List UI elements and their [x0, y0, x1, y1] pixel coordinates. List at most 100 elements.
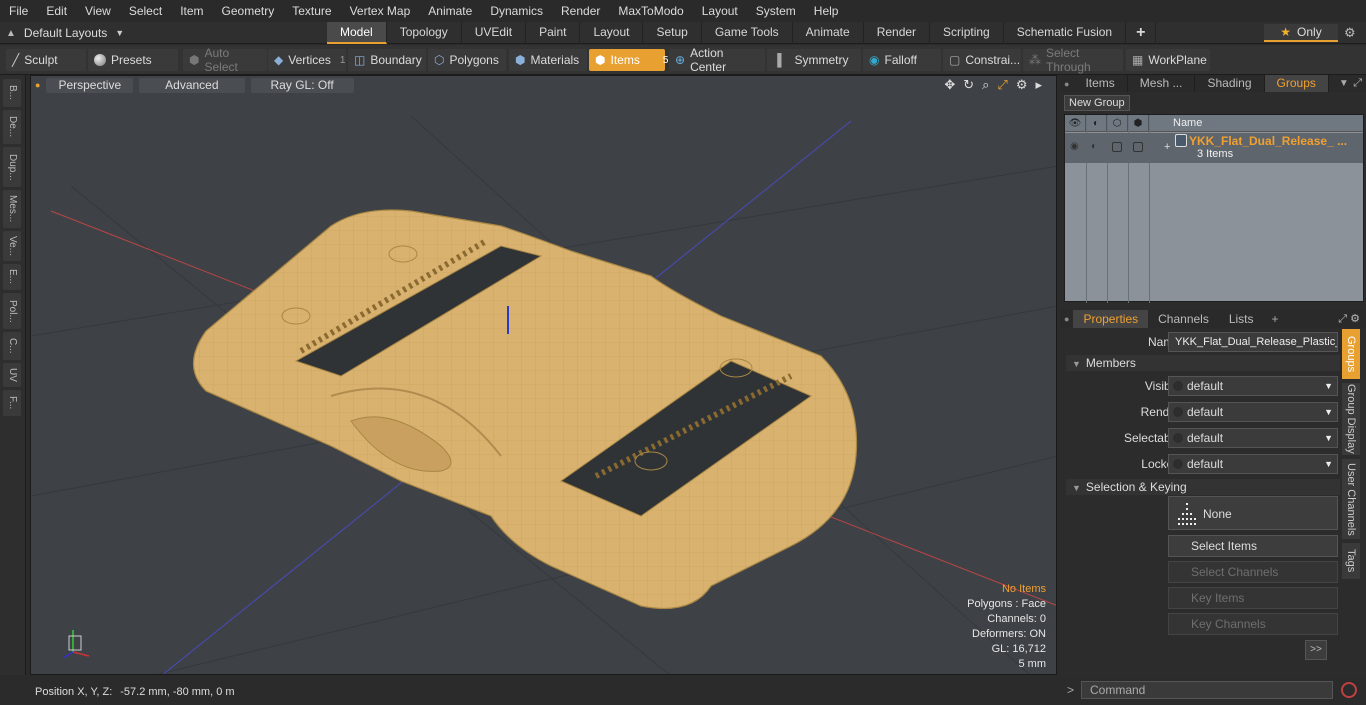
menu-item-texture[interactable]: Texture — [283, 0, 340, 22]
render-icon[interactable]: ◐ — [1091, 141, 1097, 152]
name-field[interactable]: YKK_Flat_Dual_Release_Plastic_B — [1168, 332, 1338, 352]
tab-topology[interactable]: Topology — [387, 22, 462, 44]
left-tab-1[interactable]: De... — [3, 110, 21, 144]
panel-options-icon[interactable]: ⤢ ⚙ — [1338, 312, 1360, 326]
symmetry-button[interactable]: ▐ Symmetry — [767, 49, 861, 71]
falloff-button[interactable]: ◉ Falloff — [863, 49, 941, 71]
select-channels-button[interactable]: Select Channels — [1168, 561, 1338, 583]
play-icon[interactable]: ▸ — [1035, 77, 1042, 93]
materials-button[interactable]: ⬢ Materials — [509, 49, 587, 71]
menu-item-system[interactable]: System — [747, 0, 805, 22]
eye-icon[interactable]: ◉ — [1070, 141, 1079, 152]
left-tab-4[interactable]: Ve... — [3, 231, 21, 261]
key-channels-button[interactable]: Key Channels — [1168, 613, 1338, 635]
shading-button[interactable]: Advanced — [139, 77, 245, 93]
group-row[interactable]: ◉ ◐ + YKK_Flat_Dual_Release_ ... 3 Items — [1065, 133, 1363, 163]
left-tab-0[interactable]: B... — [3, 79, 21, 107]
side-tab-groups[interactable]: Groups — [1342, 329, 1360, 379]
tab-layout[interactable]: Layout — [580, 22, 644, 44]
menu-item-dynamics[interactable]: Dynamics — [481, 0, 552, 22]
rotate-icon[interactable]: ↻ — [963, 77, 974, 93]
command-input[interactable]: Command — [1081, 681, 1333, 699]
tab-items[interactable]: Items — [1073, 75, 1128, 92]
side-tab-tags[interactable]: Tags — [1342, 543, 1360, 579]
tab-render[interactable]: Render — [864, 22, 931, 44]
add-tab-icon[interactable]: + — [1126, 22, 1157, 44]
left-tab-9[interactable]: F... — [3, 390, 21, 416]
render-select[interactable]: default ▼ — [1168, 402, 1338, 422]
action-center-button[interactable]: ⊕ Action Center — [669, 46, 765, 74]
tab-uvedit[interactable]: UVEdit — [462, 22, 527, 44]
menu-item-vertex-map[interactable]: Vertex Map — [341, 0, 420, 22]
collapse-icon[interactable]: ▲ — [6, 28, 16, 39]
move-icon[interactable]: ✥ — [944, 77, 955, 93]
members-section[interactable]: ▼ Members — [1066, 355, 1340, 371]
panel-menu-icon[interactable]: ● — [1060, 314, 1073, 324]
selectable-checkbox[interactable] — [1112, 142, 1122, 152]
tab-paint[interactable]: Paint — [526, 22, 581, 44]
expand-icon[interactable]: + — [1164, 141, 1170, 153]
side-tab-user-channels[interactable]: User Channels — [1342, 459, 1360, 539]
none-button[interactable]: None — [1168, 496, 1338, 530]
sculpt-button[interactable]: ╱ Sculpt — [6, 49, 86, 71]
lock-checkbox[interactable] — [1133, 142, 1143, 152]
tab-setup[interactable]: Setup — [643, 22, 702, 44]
layout-selector[interactable]: ▲ Default Layouts ▼ — [6, 24, 124, 42]
items-button[interactable]: ⬢ Items 5 — [589, 49, 668, 71]
selectable-select[interactable]: default ▼ — [1168, 428, 1338, 448]
menu-item-item[interactable]: Item — [171, 0, 212, 22]
menu-item-geometry[interactable]: Geometry — [213, 0, 284, 22]
tab-lists[interactable]: Lists — [1219, 310, 1264, 328]
tab-shading[interactable]: Shading — [1195, 75, 1265, 92]
chevron-right-icon[interactable]: > — [1067, 683, 1074, 697]
selection-keying-section[interactable]: ▼ Selection & Keying — [1066, 479, 1340, 495]
visibility-column-icon[interactable]: 👁 — [1065, 114, 1086, 132]
chevron-down-icon[interactable]: ▼ — [1339, 78, 1349, 89]
menu-item-help[interactable]: Help — [805, 0, 848, 22]
new-group-button[interactable]: New Group — [1064, 95, 1130, 111]
zoom-icon[interactable]: ⌕ — [982, 77, 989, 93]
presets-button[interactable]: Presets — [88, 49, 178, 71]
left-tab-6[interactable]: Pol... — [3, 293, 21, 329]
tab-groups[interactable]: Groups — [1264, 75, 1329, 92]
tab-mesh[interactable]: Mesh ... — [1128, 75, 1196, 92]
name-column-header[interactable]: Name — [1149, 117, 1202, 129]
menu-item-maxtomodo[interactable]: MaxToModo — [609, 0, 692, 22]
only-toggle[interactable]: ★ Only — [1264, 24, 1338, 42]
tab-game-tools[interactable]: Game Tools — [702, 22, 793, 44]
panel-menu-icon[interactable]: ● — [1060, 79, 1073, 89]
workplane-button[interactable]: ▦ WorkPlane — [1126, 49, 1210, 71]
select-items-button[interactable]: Select Items — [1168, 535, 1338, 557]
lock-column-icon[interactable]: ⬢ — [1128, 114, 1149, 132]
left-tab-3[interactable]: Mes... — [3, 190, 21, 228]
menu-item-layout[interactable]: Layout — [693, 0, 747, 22]
tab-schematic-fusion[interactable]: Schematic Fusion — [1004, 22, 1127, 44]
polygons-button[interactable]: ⬡ Polygons — [428, 49, 506, 71]
menu-item-view[interactable]: View — [76, 0, 120, 22]
visible-select[interactable]: default ▼ — [1168, 376, 1338, 396]
boundary-button[interactable]: ◫ Boundary — [348, 49, 426, 71]
key-items-button[interactable]: Key Items — [1168, 587, 1338, 609]
gear-icon[interactable]: ⚙ — [1344, 25, 1356, 41]
vertices-button[interactable]: ◆ Vertices 1 — [268, 49, 346, 71]
tab-animate[interactable]: Animate — [793, 22, 864, 44]
tab-model[interactable]: Model — [327, 22, 387, 44]
left-tab-5[interactable]: E... — [3, 264, 21, 290]
menu-item-select[interactable]: Select — [120, 0, 171, 22]
left-tab-2[interactable]: Dup... — [3, 147, 21, 187]
tab-channels[interactable]: Channels — [1148, 310, 1219, 328]
menu-item-edit[interactable]: Edit — [37, 0, 76, 22]
select-column-icon[interactable]: ⬡ — [1107, 114, 1128, 132]
locked-select[interactable]: default ▼ — [1168, 454, 1338, 474]
auto-select-button[interactable]: ⬢ Auto Select — [183, 46, 267, 74]
gear-icon[interactable]: ⚙ — [1016, 77, 1028, 93]
add-tab-icon[interactable]: + — [1264, 312, 1279, 326]
3d-viewport[interactable]: ● Perspective Advanced Ray GL: Off ✥ ↻ ⌕… — [30, 75, 1057, 675]
left-tab-8[interactable]: UV — [3, 363, 21, 387]
left-tab-7[interactable]: C... — [3, 332, 21, 360]
menu-item-render[interactable]: Render — [552, 0, 609, 22]
side-tab-group-display[interactable]: Group Display — [1342, 383, 1360, 455]
record-icon[interactable] — [1341, 682, 1357, 698]
menu-item-animate[interactable]: Animate — [419, 0, 481, 22]
view-type-button[interactable]: Perspective — [46, 77, 134, 93]
